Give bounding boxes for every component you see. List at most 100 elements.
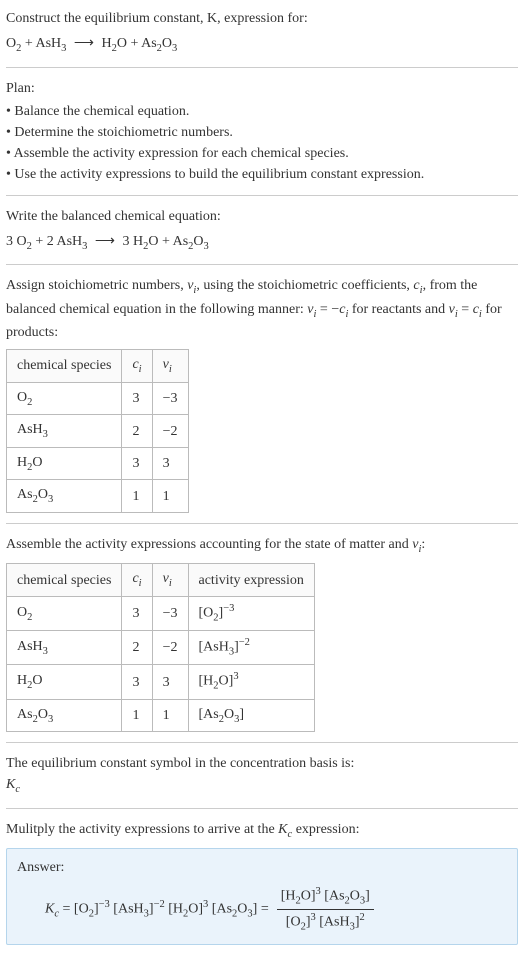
act: [As <box>199 707 219 722</box>
act-sup: 3 <box>233 671 238 682</box>
eq-sub: 3 <box>172 43 177 54</box>
sp: As <box>17 487 33 502</box>
nu-cell: −3 <box>152 597 188 631</box>
eq-part: O <box>6 36 16 51</box>
prompt-line: Construct the equilibrium constant, K, e… <box>6 8 518 29</box>
table-row: As2O3 1 1 <box>7 480 189 513</box>
ci-cell: 3 <box>122 447 152 480</box>
term: [H <box>281 889 296 904</box>
species-cell: AsH3 <box>7 631 122 665</box>
nu-sub: i <box>169 578 172 589</box>
table-row: O2 3 −3 [O2]−3 <box>7 597 315 631</box>
text: = − <box>316 302 339 317</box>
species-cell: H2O <box>7 665 122 699</box>
term: [AsH <box>110 902 144 917</box>
eq-sign: = <box>257 902 268 917</box>
balanced-equation: 3 O2 + 2 AsH3 ⟶ 3 H2O + As2O3 <box>6 231 518 255</box>
plan-section: Plan: • Balance the chemical equation. •… <box>6 78 518 185</box>
sp: O <box>32 673 42 688</box>
eq-part: 3 H <box>123 234 144 249</box>
text: Mulitply the activity expressions to arr… <box>6 822 278 837</box>
ci-sub: i <box>139 578 142 589</box>
table-header-row: chemical species ci νi <box>7 350 189 383</box>
activity-cell: [H2O]3 <box>188 665 314 699</box>
eq-part: O + As <box>148 234 188 249</box>
term: O <box>237 902 247 917</box>
species-cell: O2 <box>7 597 122 631</box>
arrow-icon: ⟶ <box>74 33 94 54</box>
term: O] <box>301 889 316 904</box>
ci-cell: 2 <box>122 415 152 448</box>
term: O <box>350 889 360 904</box>
plan-title: Plan: <box>6 78 518 99</box>
act: [O <box>199 606 214 621</box>
sp-sub: 2 <box>27 397 32 408</box>
th-ci: ci <box>122 350 152 383</box>
eq-part: H <box>102 36 112 51</box>
ci-sub: i <box>139 364 142 375</box>
ci-cell: 3 <box>122 665 152 699</box>
divider <box>6 742 518 743</box>
kc: K <box>6 777 15 792</box>
sp: O <box>38 487 48 502</box>
table-row: AsH3 2 −2 <box>7 415 189 448</box>
assign-section: Assign stoichiometric numbers, νi , using… <box>6 275 518 513</box>
species-cell: As2O3 <box>7 699 122 732</box>
sp: H <box>17 455 27 470</box>
term: O] <box>188 902 203 917</box>
balanced-title: Write the balanced chemical equation: <box>6 206 518 227</box>
plan-list: • Balance the chemical equation. • Deter… <box>6 101 518 185</box>
eq-sub: 3 <box>61 43 66 54</box>
term: [O <box>286 915 301 930</box>
nu-cell: 3 <box>152 447 188 480</box>
term: [As <box>321 889 345 904</box>
fraction: [H2O]3 [As2O3] [O2]3 [AsH3]2 <box>277 884 374 935</box>
eq-part: O + As <box>117 36 157 51</box>
stoich-table: chemical species ci νi O2 3 −3 AsH3 2 −2… <box>6 349 189 513</box>
species-cell: O2 <box>7 382 122 415</box>
sp-sub: 3 <box>48 494 53 505</box>
fraction-denominator: [O2]3 [AsH3]2 <box>277 910 374 935</box>
th-species: chemical species <box>7 564 122 597</box>
activity-cell: [O2]−3 <box>188 597 314 631</box>
plan-item: • Determine the stoichiometric numbers. <box>6 122 518 143</box>
table-row: As2O3 1 1 [As2O3] <box>7 699 315 732</box>
text: = <box>458 302 473 317</box>
nu-cell: 3 <box>152 665 188 699</box>
nu-sub: i <box>169 364 172 375</box>
prompt-text: Construct the equilibrium constant, K, e… <box>6 11 308 26</box>
answer-label: Answer: <box>17 857 507 878</box>
term: [H <box>165 902 183 917</box>
ci-cell: 1 <box>122 699 152 732</box>
eq-sub: 3 <box>204 240 209 251</box>
act: O <box>224 707 234 722</box>
eq-sub: 3 <box>82 240 87 251</box>
eq-part: + AsH <box>21 36 61 51</box>
divider <box>6 523 518 524</box>
kc-lhs: Kc = [O2]−3 [AsH3]−2 [H2O]3 [As2O3] = <box>45 897 269 922</box>
divider <box>6 195 518 196</box>
sp: As <box>17 707 33 722</box>
text: Assign stoichiometric numbers, <box>6 278 187 293</box>
sp: AsH <box>17 422 43 437</box>
th-nu: νi <box>152 350 188 383</box>
table-row: H2O 3 3 <box>7 447 189 480</box>
sp: O <box>17 605 27 620</box>
answer-box: Answer: Kc = [O2]−3 [AsH3]−2 [H2O]3 [As2… <box>6 848 518 944</box>
activity-cell: [As2O3] <box>188 699 314 732</box>
species-cell: AsH3 <box>7 415 122 448</box>
table-header-row: chemical species ci νi activity expressi… <box>7 564 315 597</box>
th-species: chemical species <box>7 350 122 383</box>
answer-formula: Kc = [O2]−3 [AsH3]−2 [H2O]3 [As2O3] = [H… <box>17 884 507 935</box>
divider <box>6 808 518 809</box>
plan-item: • Use the activity expressions to build … <box>6 164 518 185</box>
activity-cell: [AsH3]−2 <box>188 631 314 665</box>
sp-sub: 3 <box>48 713 53 724</box>
text: , using the stoichiometric coefficients, <box>196 278 413 293</box>
act-sup: −3 <box>223 603 234 614</box>
ci-cell: 3 <box>122 382 152 415</box>
divider <box>6 264 518 265</box>
kc-sub: c <box>15 784 20 795</box>
nu-cell: 1 <box>152 480 188 513</box>
prompt: Construct the equilibrium constant, K, e… <box>6 8 518 57</box>
